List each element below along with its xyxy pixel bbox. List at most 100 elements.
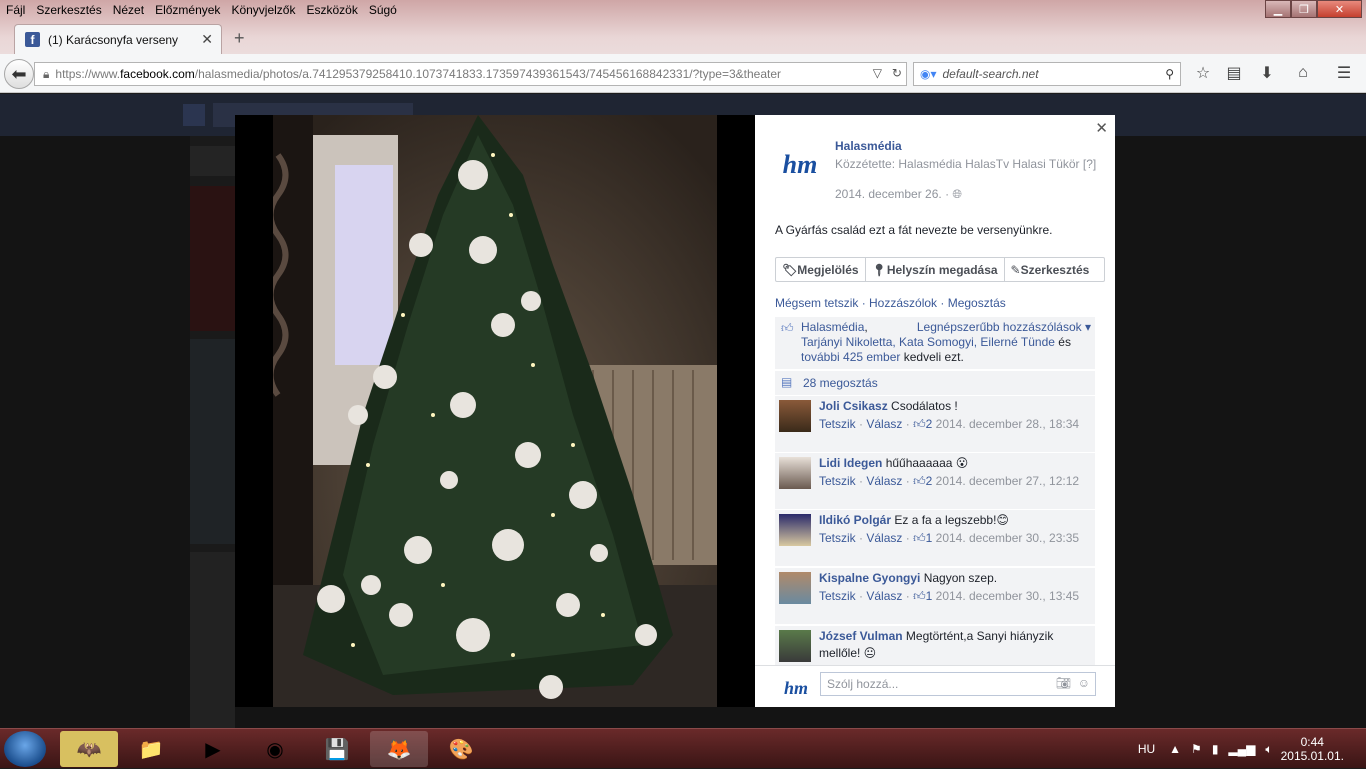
comment-date[interactable]: 2014. december 27., 12:12 bbox=[936, 474, 1079, 488]
menu-hamburger-icon[interactable]: ☰ bbox=[1334, 63, 1354, 83]
comment-reply-link[interactable]: Válasz bbox=[866, 417, 902, 431]
like-comment-share-links[interactable]: Mégsem tetszik · Hozzászólok · Megosztás bbox=[775, 296, 1006, 310]
url-domain: facebook.com bbox=[120, 67, 195, 81]
close-lightbox-icon[interactable]: ✕ bbox=[1095, 119, 1108, 137]
search-bar[interactable]: ◉▾ default-search.net ⚲ bbox=[913, 62, 1181, 86]
likes-summary: 👍︎ Halasmédia, Legnépszerűbb hozzászólás… bbox=[775, 317, 1095, 369]
menu-bookmarks[interactable]: Könyvjelzők bbox=[225, 3, 300, 17]
new-tab-icon[interactable]: + bbox=[234, 28, 245, 49]
comment-reply-link[interactable]: Válasz bbox=[866, 531, 902, 545]
comment-reply-link[interactable]: Válasz bbox=[866, 474, 902, 488]
comment-like-link[interactable]: Tetszik bbox=[819, 589, 856, 603]
comment-like-link[interactable]: Tetszik bbox=[819, 417, 856, 431]
camera-icon[interactable]: 📷︎ bbox=[1056, 676, 1071, 690]
commenter-name[interactable]: Joli Csikasz bbox=[819, 399, 888, 413]
photo-sidebar: ✕ hm Halasmédia Közzétette: Halasmédia H… bbox=[755, 115, 1115, 707]
liker-names[interactable]: Tarjányi Nikoletta, Kata Somogyi, Eilern… bbox=[801, 335, 1055, 349]
commenter-avatar[interactable] bbox=[779, 572, 811, 604]
menu-edit[interactable]: Szerkesztés bbox=[30, 3, 106, 17]
like-count: 2 bbox=[925, 417, 933, 431]
commenter-avatar[interactable] bbox=[779, 400, 811, 432]
commenter-name[interactable]: József Vulman bbox=[819, 629, 903, 643]
backdrop-left-strip bbox=[190, 136, 235, 728]
home-icon[interactable]: ⌂ bbox=[1293, 63, 1313, 83]
maximize-button[interactable]: ❐ bbox=[1291, 0, 1317, 18]
like-count-icon[interactable]: 👍︎1 bbox=[913, 531, 932, 545]
menu-file[interactable]: Fájl bbox=[0, 3, 30, 17]
tag-label: Megjelölés bbox=[797, 262, 859, 277]
halasmedia-avatar[interactable]: hm bbox=[777, 142, 823, 188]
sort-comments-dropdown[interactable]: Legnépszerűbb hozzászólások ▾ bbox=[917, 320, 1091, 335]
liker-halasmedia[interactable]: Halasmédia bbox=[801, 320, 864, 334]
close-tab-icon[interactable]: ✕ bbox=[201, 31, 213, 48]
menu-view[interactable]: Nézet bbox=[107, 3, 149, 17]
reading-list-icon[interactable]: ▤ bbox=[1224, 63, 1244, 83]
network-icon[interactable]: ▂▄▆ bbox=[1228, 742, 1255, 756]
battery-icon[interactable]: ▮ bbox=[1212, 742, 1219, 756]
comment-body: Kispalne Gyongyi Nagyon szep. bbox=[819, 570, 1089, 587]
show-hidden-icons[interactable]: ▲ bbox=[1169, 742, 1181, 756]
comment-date[interactable]: 2014. december 30., 13:45 bbox=[936, 589, 1079, 603]
commenter-name[interactable]: Ildikó Polgár bbox=[819, 513, 891, 527]
reload-icon[interactable]: ▽ ↻ bbox=[873, 66, 902, 80]
minimize-button[interactable]: ▁ bbox=[1265, 0, 1291, 18]
tab-active[interactable]: f (1) Karácsonyfa verseny ✕ bbox=[14, 24, 222, 54]
comment-meta: Tetszik · Válasz · 👍︎1 2014. december 30… bbox=[819, 589, 1080, 603]
browser-chrome: Fájl Szerkesztés Nézet Előzmények Könyvj… bbox=[0, 0, 1366, 93]
likes-more-link[interactable]: további 425 ember bbox=[801, 350, 900, 364]
comment-reply-link[interactable]: Válasz bbox=[866, 589, 902, 603]
batman-app-icon[interactable]: 🦇 bbox=[60, 731, 118, 767]
comment-item: Ildikó Polgár Ez a fa a legszebb!😊 Tetsz… bbox=[775, 510, 1095, 566]
commenter-name[interactable]: Kispalne Gyongyi bbox=[819, 571, 920, 585]
chrome-icon[interactable]: ◉ bbox=[246, 731, 304, 767]
commenter-avatar[interactable] bbox=[779, 457, 811, 489]
comment-body: Ildikó Polgár Ez a fa a legszebb!😊 bbox=[819, 512, 1089, 529]
menu-help[interactable]: Súgó bbox=[363, 3, 402, 17]
edit-button[interactable]: ✎ Szerkesztés bbox=[1005, 258, 1096, 281]
comment-meta: Tetszik · Válasz · 👍︎1 2014. december 30… bbox=[819, 531, 1080, 545]
media-player-icon[interactable]: ▶ bbox=[184, 731, 242, 767]
paint-icon[interactable]: 🎨 bbox=[432, 731, 490, 767]
volume-icon[interactable]: 🔈︎ bbox=[1265, 742, 1272, 757]
page-name-link[interactable]: Halasmédia bbox=[835, 139, 902, 153]
clock[interactable]: 0:44 2015.01.01. bbox=[1281, 735, 1344, 763]
like-count-icon[interactable]: 👍︎1 bbox=[913, 589, 932, 603]
comment-input[interactable]: Szólj hozzá... 📷︎ ☺ bbox=[820, 672, 1096, 696]
menu-history[interactable]: Előzmények bbox=[149, 3, 225, 17]
search-engine-icon[interactable]: ◉▾ bbox=[920, 67, 937, 81]
flag-icon[interactable]: ⚑ bbox=[1191, 742, 1202, 756]
start-button[interactable] bbox=[4, 731, 46, 767]
close-window-button[interactable]: ✕ bbox=[1317, 0, 1362, 18]
comment-date[interactable]: 2014. december 30., 23:35 bbox=[936, 531, 1079, 545]
commenter-name[interactable]: Lidi Idegen bbox=[819, 456, 882, 470]
comment-like-link[interactable]: Tetszik bbox=[819, 531, 856, 545]
emoji-icon[interactable]: ☺ bbox=[1078, 676, 1090, 690]
url-bar[interactable]: 🔒︎ https://www. facebook.com/halasmedia/p… bbox=[34, 62, 907, 86]
christmas-tree-photo[interactable] bbox=[273, 115, 717, 707]
commenter-avatar[interactable] bbox=[779, 514, 811, 546]
facebook-logo-icon bbox=[183, 104, 205, 126]
comment-like-link[interactable]: Tetszik bbox=[819, 474, 856, 488]
like-count-icon[interactable]: 👍︎2 bbox=[913, 474, 932, 488]
comment-date[interactable]: 2014. december 28., 18:34 bbox=[936, 417, 1079, 431]
post-date-text[interactable]: 2014. december 26. · bbox=[835, 187, 952, 201]
tag-button[interactable]: 🏷︎ Megjelölés bbox=[776, 258, 866, 281]
lock-icon: 🔒︎ bbox=[43, 66, 50, 81]
shares-count[interactable]: ▤ 28 megosztás bbox=[775, 371, 1095, 395]
search-icon[interactable]: ⚲ bbox=[1165, 67, 1174, 81]
file-explorer-icon[interactable]: 📁 bbox=[122, 731, 180, 767]
menu-tools[interactable]: Eszközök bbox=[300, 3, 362, 17]
sort-label: Legnépszerűbb hozzászólások bbox=[916, 320, 1082, 334]
download-icon[interactable]: ⬇ bbox=[1257, 63, 1277, 83]
comment-item: József Vulman Megtörtént,a Sanyi hiányzi… bbox=[775, 626, 1095, 665]
save-floppy-icon[interactable]: 💾 bbox=[308, 731, 366, 767]
bookmark-star-icon[interactable]: ☆ bbox=[1193, 63, 1213, 83]
firefox-icon[interactable]: 🦊 bbox=[370, 731, 428, 767]
like-count-icon[interactable]: 👍︎2 bbox=[913, 417, 932, 431]
clock-time: 0:44 bbox=[1300, 735, 1324, 749]
commenter-avatar[interactable] bbox=[779, 630, 811, 662]
back-button[interactable]: ⬅ bbox=[4, 59, 34, 89]
photo-caption: A Gyárfás család ezt a fát nevezte be ve… bbox=[775, 223, 1053, 237]
language-indicator[interactable]: HU bbox=[1138, 742, 1155, 756]
location-button[interactable]: 📍︎ Helyszín megadása bbox=[866, 258, 1005, 281]
